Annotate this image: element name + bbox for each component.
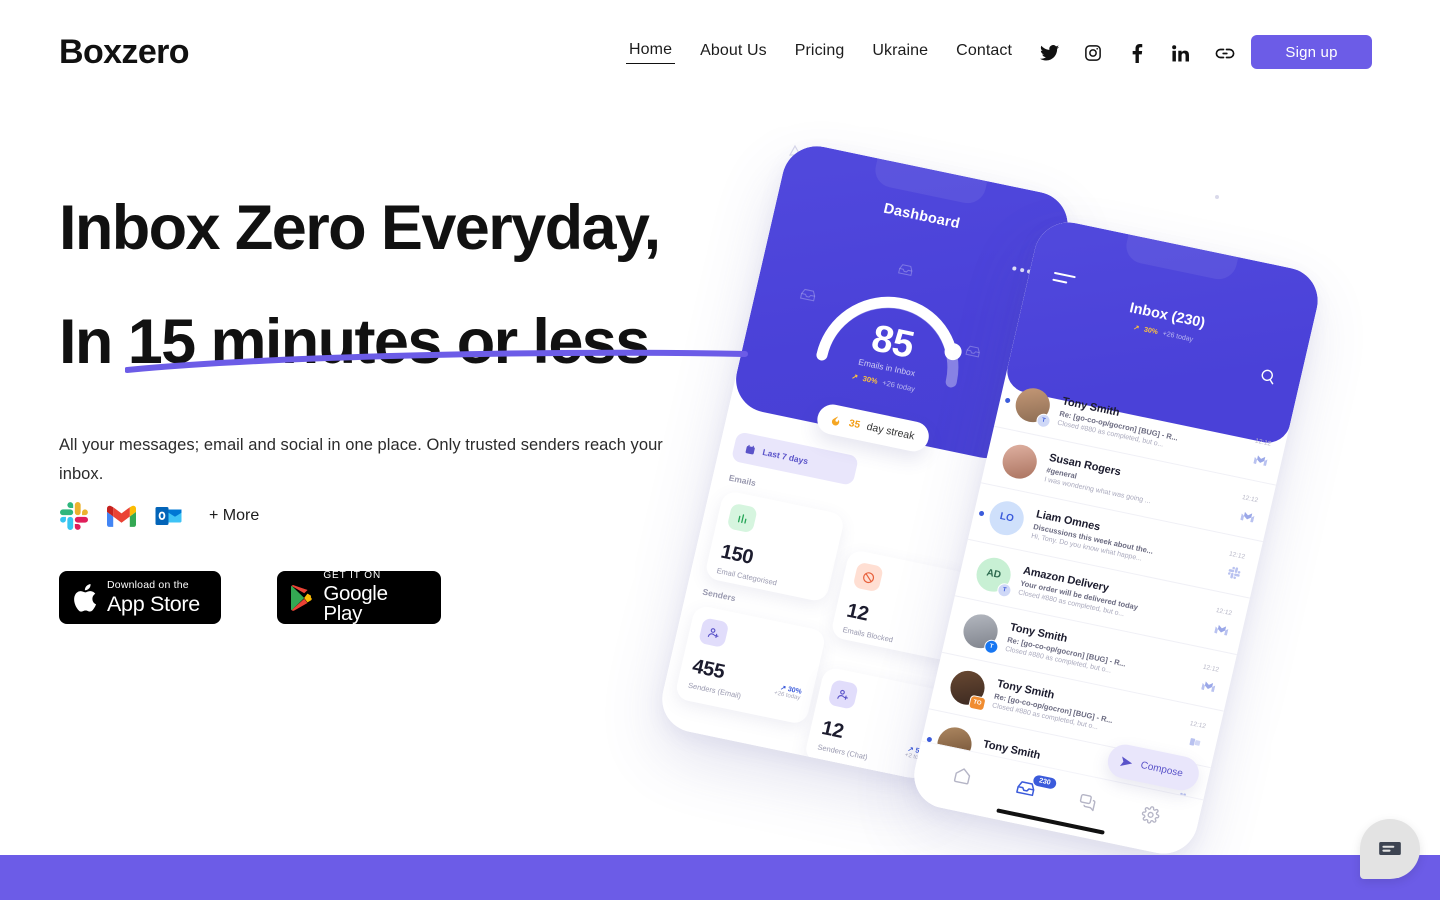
phone-notch: [1122, 228, 1240, 283]
outlook-icon: [1187, 734, 1204, 751]
message-time: 12:12: [1189, 719, 1207, 730]
nav-item-pricing[interactable]: Pricing: [792, 42, 848, 64]
app-store-badges: Download on the App Store GET IT ON Goog…: [59, 569, 779, 626]
message-time: 12:12: [1254, 437, 1272, 448]
hero-subtitle: All your messages; email and social in o…: [59, 435, 663, 483]
message-time: 12:12: [1228, 550, 1246, 561]
sign-up-button[interactable]: Sign up: [1251, 35, 1372, 69]
google-play-badge[interactable]: GET IT ON Google Play: [277, 569, 441, 626]
twitter-icon[interactable]: [1036, 40, 1062, 66]
inbox-count-badge: 230: [1031, 774, 1058, 790]
nav-item-home[interactable]: Home: [626, 41, 676, 64]
app-store-badge-small: Download on the: [107, 579, 189, 592]
hero-headline-line2-wrap: In 15 minutes or less: [59, 307, 748, 378]
hero-headline-line1: Inbox Zero Everyday,: [59, 193, 661, 263]
link-icon[interactable]: [1212, 40, 1238, 66]
landing-page: Boxzero Home About Us Pricing Ukraine Co…: [0, 0, 1440, 900]
home-indicator-bar: [996, 808, 1105, 835]
unread-indicator: [978, 510, 985, 517]
apple-icon: [74, 583, 96, 612]
streak-count: 35: [847, 417, 862, 431]
phone-notch: [871, 152, 989, 207]
gauge-delta-pct: 30%: [861, 373, 879, 386]
avatar-chip: T: [996, 581, 1013, 599]
nav-item-contact[interactable]: Contact: [953, 42, 1015, 64]
message-time: 12:12: [1241, 493, 1259, 504]
google-play-badge-small: GET IT ON: [323, 569, 382, 581]
hero-content: Inbox Zero Everyday, In 15 minutes or le…: [59, 193, 779, 626]
main-navigation: Home About Us Pricing Ukraine Contact: [626, 41, 1015, 64]
site-header: Boxzero Home About Us Pricing Ukraine Co…: [0, 0, 1440, 104]
search-icon[interactable]: [1256, 366, 1278, 391]
hero-headline-line2: In 15 minutes or less: [59, 307, 650, 378]
facebook-icon[interactable]: [1124, 40, 1150, 66]
inbox-delta-sub: +26 today: [1161, 329, 1194, 344]
google-play-badge-big: Google Play: [323, 581, 388, 626]
slack-icon: [1226, 564, 1243, 581]
compose-label: Compose: [1139, 759, 1184, 779]
app-store-badge-big: App Store: [107, 591, 200, 616]
avatar: TO: [947, 667, 989, 712]
avatar-initials: AD: [985, 567, 1003, 582]
gmail-icon: [1252, 451, 1269, 468]
avatar: LO: [986, 497, 1028, 538]
fire-icon: [832, 415, 840, 425]
avatar-chip: TO: [968, 694, 987, 712]
streak-label: day streak: [865, 420, 916, 443]
chat-icon[interactable]: [1078, 791, 1100, 812]
provider-logos: + More: [59, 499, 779, 533]
user-add-icon: [827, 679, 859, 710]
nav-item-ukraine[interactable]: Ukraine: [869, 42, 931, 64]
gmail-icon[interactable]: [106, 501, 136, 531]
inbox-ghost-icon: [799, 288, 816, 302]
message-time: 12:12: [1202, 663, 1220, 674]
inbox-icon[interactable]: 230: [1014, 774, 1058, 799]
inbox-gauge: 85 Emails in Inbox ↗ 30% +26 today: [806, 255, 987, 395]
social-links: [1036, 40, 1238, 66]
trend-up-icon: ↗: [850, 371, 859, 382]
app-store-badge[interactable]: Download on the App Store: [59, 571, 221, 625]
block-icon: [852, 561, 884, 593]
chat-widget-button[interactable]: [1360, 819, 1420, 879]
section-divider-band: [0, 855, 1440, 900]
avatar: AD T: [973, 554, 1015, 599]
avatar: [999, 441, 1041, 482]
avatar: T: [1012, 384, 1054, 429]
send-icon: [1120, 755, 1133, 766]
gmail-icon: [1239, 508, 1256, 525]
slack-icon[interactable]: [59, 501, 89, 531]
gmail-icon: [1213, 621, 1230, 638]
message-time: 12:12: [1215, 606, 1233, 617]
inbox-delta-pct: 30%: [1143, 325, 1159, 336]
home-icon[interactable]: [952, 764, 974, 785]
linkedin-icon[interactable]: [1168, 40, 1194, 66]
instagram-icon[interactable]: [1080, 40, 1106, 66]
sparkle-icon: [1215, 195, 1219, 199]
unread-indicator: [1004, 397, 1011, 404]
avatar-initials: LO: [998, 510, 1015, 525]
more-providers-link[interactable]: + More: [209, 507, 259, 525]
trend-up-icon: ↗: [1132, 324, 1140, 333]
outlook-icon[interactable]: [153, 501, 183, 531]
google-play-icon: [291, 584, 312, 611]
nav-item-about-us[interactable]: About Us: [697, 42, 770, 64]
brand-logo[interactable]: Boxzero: [59, 33, 190, 72]
chat-bubble-icon: [1379, 841, 1401, 855]
avatar: T: [960, 610, 1002, 655]
gmail-icon: [1200, 677, 1217, 694]
hero-mockup-illustration: Dashboard 85 Emails in Inbox ↗ 30% +26 t…: [655, 120, 1440, 860]
settings-icon[interactable]: [1140, 804, 1162, 825]
